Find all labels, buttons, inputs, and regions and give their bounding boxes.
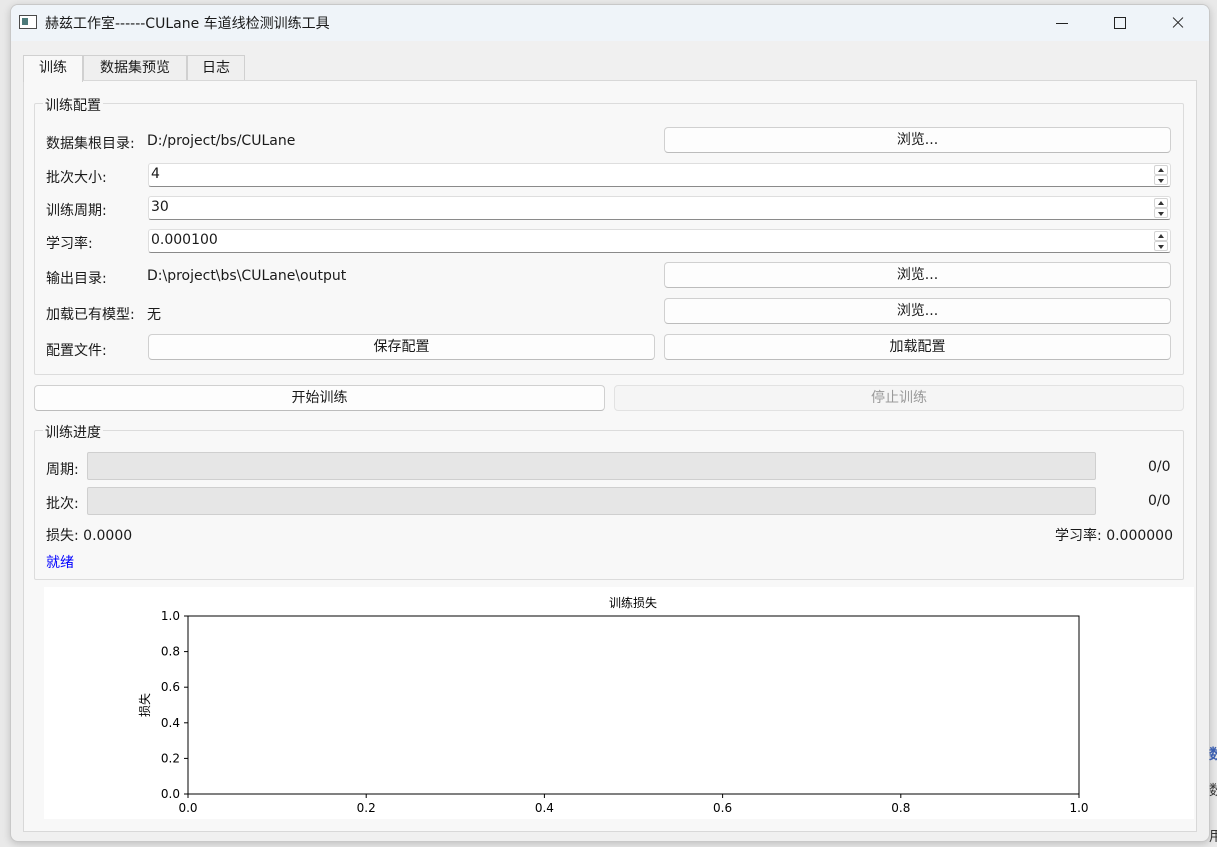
output-dir-value: D:\project\bs\CULane\output [147,268,347,284]
app-icon [19,15,37,29]
load-model-label: 加载已有模型: [46,307,135,323]
app-window: 赫兹工作室------CULane 车道线检测训练工具 训练 数据集预览 日志 … [10,4,1210,842]
y-tick-label: 0.2 [161,751,180,765]
dataset-root-value: D:/project/bs/CULane [147,133,296,149]
increment-icon[interactable] [1154,165,1168,175]
x-tick-label: 0.4 [535,801,554,815]
loss-chart: 训练损失 损失 0.0 0.2 0.4 0.6 0.8 1.0 0.0 0.2 0.4 0.6 0… [44,587,1194,819]
loss-label: 损失: [46,528,79,544]
x-tick-label: 0.2 [357,801,376,815]
load-model-value: 无 [147,307,161,323]
start-training-button[interactable]: 开始训练 [34,385,605,411]
chart-title: 训练损失 [609,595,657,610]
chart-y-axis-label: 损失 [137,693,152,717]
training-progress-group: 训练进度 周期: 0/0 批次: 0/0 损失: 0.0000 学习率: 0.0… [34,422,1184,580]
window-title: 赫兹工作室------CULane 车道线检测训练工具 [45,16,330,32]
train-tab-panel: 训练配置 数据集根目录: D:/project/bs/CULane 浏览... … [23,80,1197,832]
plot-area [187,615,1080,795]
learning-rate-value: 0.000100 [151,232,218,248]
training-progress-title: 训练进度 [43,422,103,442]
tab-dataset-preview[interactable]: 数据集预览 [83,55,187,81]
x-tick-label: 1.0 [1069,801,1088,815]
learning-rate-stepper [1152,230,1170,252]
batch-progress-label: 批次: [46,496,79,512]
epoch-progress-label: 周期: [46,462,79,478]
title-bar[interactable]: 赫兹工作室------CULane 车道线检测训练工具 [11,5,1209,41]
browse-model-button[interactable]: 浏览... [664,298,1171,324]
browse-output-button[interactable]: 浏览... [664,262,1171,288]
epochs-label: 训练周期: [46,203,107,219]
load-config-button[interactable]: 加载配置 [664,334,1171,360]
y-tick-label: 1.0 [161,609,180,623]
x-tick-label: 0.0 [178,801,197,815]
epochs-value: 30 [151,199,169,215]
y-axis: 0.0 0.2 0.4 0.6 0.8 1.0 [161,609,188,801]
output-dir-label: 输出目录: [46,271,107,287]
close-icon [1172,17,1184,29]
maximize-button[interactable] [1091,5,1149,41]
current-lr-readout: 学习率: 0.000000 [1055,525,1173,545]
browse-dataset-button[interactable]: 浏览... [664,127,1171,153]
batch-size-label: 批次大小: [46,170,107,186]
stop-training-button[interactable]: 停止训练 [614,385,1184,411]
increment-icon[interactable] [1154,231,1168,241]
background-window-fragment: 用 [1209,829,1217,845]
x-axis: 0.0 0.2 0.4 0.6 0.8 1.0 [178,794,1089,815]
close-button[interactable] [1149,5,1207,41]
config-file-label: 配置文件: [46,343,107,359]
decrement-icon[interactable] [1154,208,1168,218]
batch-progress-bar [87,487,1096,515]
training-config-title: 训练配置 [43,95,103,115]
current-lr-value: 0.000000 [1106,528,1173,544]
dataset-root-label: 数据集根目录: [46,136,135,152]
x-tick-label: 0.6 [713,801,732,815]
maximize-icon [1114,17,1126,29]
loss-value: 0.0000 [83,528,133,544]
decrement-icon[interactable] [1154,175,1168,185]
loss-readout: 损失: 0.0000 [46,525,132,545]
current-lr-label: 学习率: [1055,528,1102,544]
learning-rate-label: 学习率: [46,236,93,252]
batch-size-stepper [1152,164,1170,186]
status-label: 就绪 [46,555,74,571]
background-window-fragment: 数 [1209,783,1217,799]
batch-size-value: 4 [151,166,160,182]
training-config-group: 训练配置 数据集根目录: D:/project/bs/CULane 浏览... … [34,95,1184,375]
tab-log[interactable]: 日志 [187,55,245,81]
batch-progress-count: 0/0 [1148,493,1171,509]
y-tick-label: 0.0 [161,787,180,801]
minimize-icon [1056,23,1068,24]
save-config-button[interactable]: 保存配置 [148,334,655,360]
minimize-button[interactable] [1033,5,1091,41]
batch-size-spinbox[interactable]: 4 [148,163,1171,187]
tab-train[interactable]: 训练 [23,55,83,82]
y-tick-label: 0.4 [161,716,180,730]
x-tick-label: 0.8 [891,801,910,815]
epoch-progress-count: 0/0 [1148,459,1171,475]
learning-rate-spinbox[interactable]: 0.000100 [148,229,1171,253]
decrement-icon[interactable] [1154,241,1168,251]
background-window-fragment: 数 [1209,747,1217,763]
epoch-progress-bar [87,452,1096,480]
y-tick-label: 0.8 [161,645,180,659]
increment-icon[interactable] [1154,198,1168,208]
epochs-spinbox[interactable]: 30 [148,196,1171,220]
epochs-stepper [1152,197,1170,219]
loss-chart-svg: 训练损失 损失 0.0 0.2 0.4 0.6 0.8 1.0 0.00.20.40.60… [137,595,1089,815]
y-tick-label: 0.6 [161,680,180,694]
